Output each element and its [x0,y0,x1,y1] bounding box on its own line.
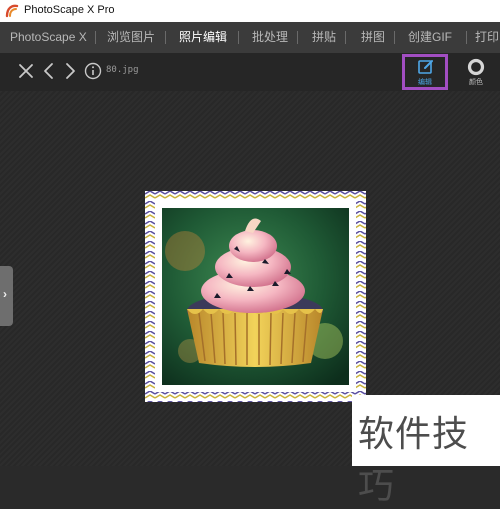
side-panel-toggle[interactable]: › [0,266,13,326]
file-name: 80.jpg [106,65,139,75]
menu-separator [297,31,298,44]
menu-item-gif-creator[interactable]: 创建GIF [408,22,452,53]
title-bar: PhotoScape X Pro [0,0,500,22]
menu-item-print[interactable]: 打印 [475,22,499,53]
edit-icon [418,60,433,74]
close-icon[interactable] [17,62,35,80]
main-menu-bar: PhotoScape X 浏览图片 照片编辑 批处理 拼贴 拼图 创建GIF 打… [0,22,500,53]
menu-item-batch[interactable]: 批处理 [252,22,288,53]
menu-separator [95,31,96,44]
watermark-text: 软件技巧 [358,414,470,507]
previous-icon[interactable] [40,62,58,80]
menu-item-photoscape-x[interactable]: PhotoScape X [10,22,87,53]
edit-tool-label: 编辑 [418,79,432,86]
photo-preview[interactable] [145,191,366,402]
menu-item-editor[interactable]: 照片编辑 [179,22,227,53]
photoscape-logo-icon [5,4,19,18]
watermark: 软件技巧 [352,395,500,507]
menu-separator [165,31,166,44]
edit-tool-button[interactable]: 编辑 [400,53,454,91]
chevron-right-icon: › [3,287,7,301]
menu-separator [238,31,239,44]
menu-separator [345,31,346,44]
menu-separator [466,31,467,44]
color-tool-label: 颜色 [469,79,483,86]
editor-toolbar: 80.jpg 编辑 颜色 [0,53,500,91]
info-icon[interactable] [84,62,102,80]
next-icon[interactable] [61,62,79,80]
app-title: PhotoScape X Pro [24,4,115,16]
menu-item-viewer[interactable]: 浏览图片 [107,22,155,53]
color-tool-button[interactable]: 颜色 [458,53,494,91]
menu-separator [394,31,395,44]
color-ring-icon [467,58,485,76]
menu-item-combine[interactable]: 拼图 [361,22,385,53]
menu-item-collage[interactable]: 拼贴 [312,22,336,53]
